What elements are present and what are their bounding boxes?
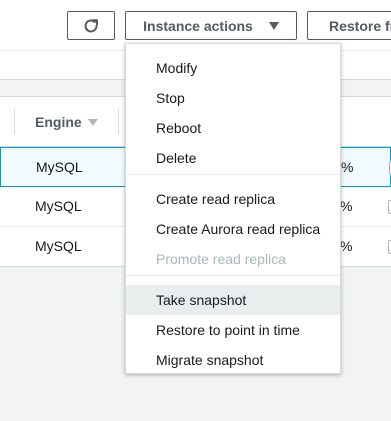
column-header-engine-label: Engine [35,114,82,130]
menu-item-modify[interactable]: Modify [126,53,340,83]
cell-engine: MySQL [36,159,83,175]
refresh-button[interactable] [67,11,115,40]
instance-actions-label: Instance actions [143,17,253,34]
cell-engine: MySQL [35,238,82,254]
column-divider [14,109,15,134]
menu-item-migrate-snapshot[interactable]: Migrate snapshot [126,345,340,375]
restore-from-s3-button[interactable]: Restore from S3 [307,11,391,40]
menu-item-stop[interactable]: Stop [126,83,340,113]
column-divider [118,109,119,134]
cell-percentage: % [340,238,353,254]
instance-actions-menu: Modify Stop Reboot Delete Create read re… [125,43,341,374]
menu-item-reboot[interactable]: Reboot [126,113,340,143]
cell-percentage: % [341,159,354,175]
menu-item-take-snapshot[interactable]: Take snapshot [126,285,340,315]
sort-caret-icon[interactable] [87,118,98,126]
cell-engine: MySQL [35,198,82,214]
menu-item-create-read-replica[interactable]: Create read replica [126,184,340,214]
menu-item-restore-to-point-in-time[interactable]: Restore to point in time [126,315,340,345]
menu-item-promote-read-replica: Promote read replica [156,251,286,267]
cell-percentage: % [340,198,353,214]
refresh-icon [84,18,98,32]
column-header-engine[interactable]: Engine [35,114,98,130]
menu-divider [126,275,340,276]
menu-item-delete[interactable]: Delete [126,143,340,173]
restore-from-s3-label: Restore from S3 [329,17,391,34]
menu-item-create-aurora-read-replica[interactable]: Create Aurora read replica [126,214,340,244]
instance-actions-button[interactable]: Instance actions [125,11,297,40]
menu-divider [126,174,340,175]
caret-down-icon [268,21,279,30]
